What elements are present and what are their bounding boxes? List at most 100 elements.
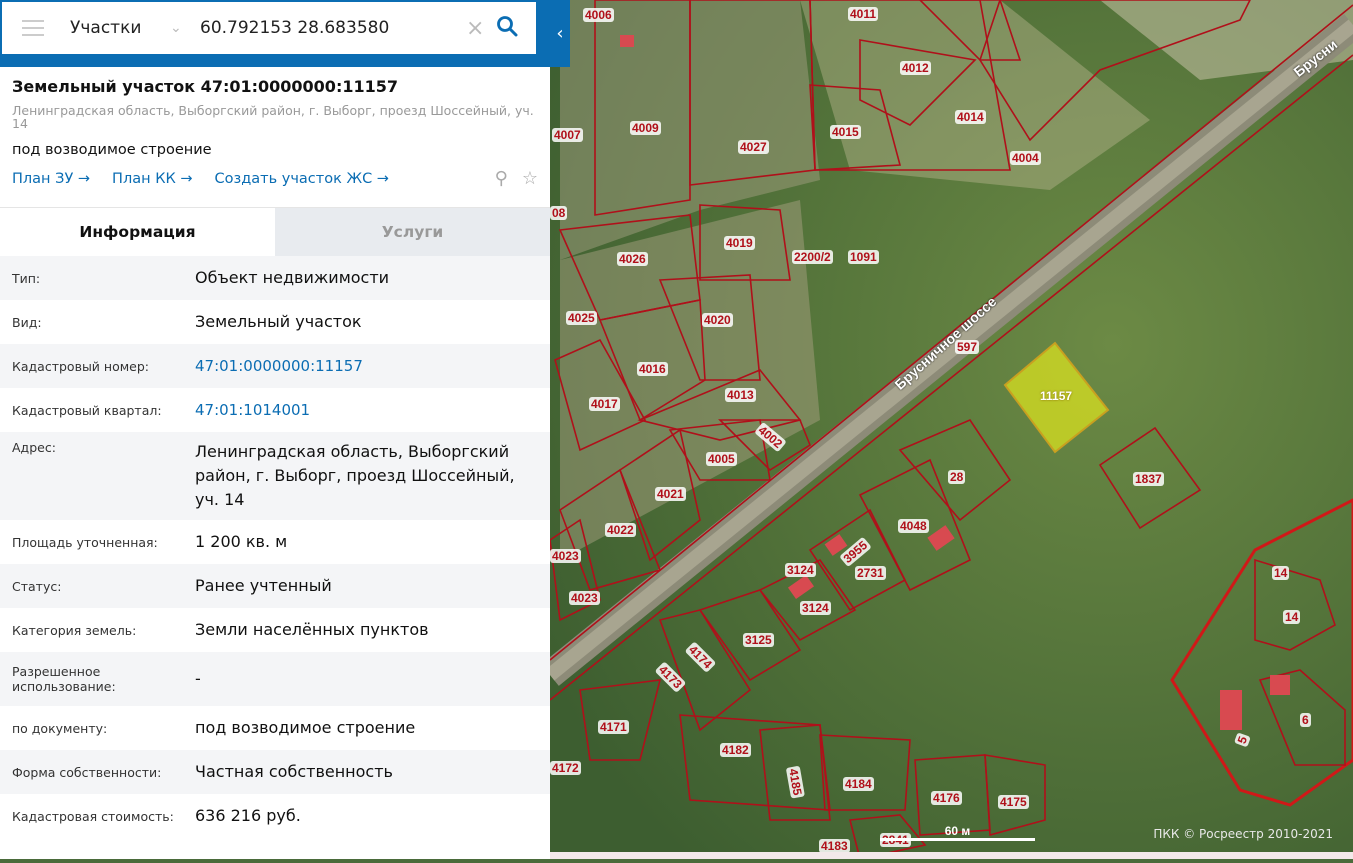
parcel-label[interactable]: 2731 [855,566,886,580]
table-row: Кадастровая стоимость: 636 216 руб. [0,794,550,838]
chevron-down-icon[interactable]: ⌄ [170,20,200,36]
category-select[interactable]: Участки [70,18,170,38]
parcel-label[interactable]: 4014 [955,110,986,124]
table-row: Разрешенное использование: - [0,652,550,706]
top-bar: Участки ⌄ 60.792153 28.683580 × [0,0,550,67]
row-label: Категория земель: [12,622,137,638]
parcel-label[interactable]: 4182 [720,743,751,757]
parcel-label[interactable]: 4022 [605,523,636,537]
row-value: Объект недвижимости [195,268,390,287]
parcel-label[interactable]: 3124 [785,563,816,577]
row-label: Статус: [12,578,62,594]
row-label: Адрес: [12,440,56,455]
parcel-label[interactable]: 4006 [583,8,614,22]
parcel-label[interactable]: 14 [1283,610,1301,624]
clear-icon[interactable]: × [466,16,496,41]
parcel-label[interactable]: 3125 [743,633,774,647]
table-row: по документу: под возводимое строение [0,706,550,750]
row-value: Земли населённых пунктов [195,620,429,639]
parcel-label[interactable]: 4023 [569,591,600,605]
parcel-label[interactable]: 4021 [655,487,686,501]
row-label: Тип: [12,270,41,286]
scale-bar: 60 м [880,824,1035,841]
table-row: Статус: Ранее учтенный [0,564,550,608]
parcel-label[interactable]: 08 [550,206,568,220]
parcel-label[interactable]: 1091 [848,250,879,264]
row-label: Кадастровый квартал: [12,402,162,418]
menu-icon[interactable] [22,20,44,36]
table-row: Форма собственности: Частная собственност… [0,750,550,794]
object-purpose: под возводимое строение [12,142,212,158]
star-icon[interactable]: ☆ [522,168,538,189]
search-bar: Участки ⌄ 60.792153 28.683580 × [2,2,536,54]
parcel-label[interactable]: 1837 [1133,472,1164,486]
parcel-label[interactable]: 4020 [702,313,733,327]
search-document-icon[interactable]: ⚲ [495,168,508,189]
parcel-label[interactable]: 4184 [843,777,874,791]
parcel-label[interactable]: 4023 [550,549,581,563]
parcel-label[interactable]: 4013 [725,388,756,402]
copyright: ПКК © Росреестр 2010-2021 [1153,827,1333,841]
parcel-label[interactable]: 14 [1272,566,1290,580]
parcel-label[interactable]: 3124 [800,601,831,615]
cadastral-number-link[interactable]: 47:01:0000000:11157 [195,354,538,378]
row-label: Площадь уточненная: [12,534,158,550]
create-parcel-link[interactable]: Создать участок ЖС → [215,171,389,187]
parcel-label[interactable]: 4009 [630,121,661,135]
table-row: Кадастровый квартал: 47:01:1014001 [0,388,550,432]
selected-parcel-label[interactable]: 11157 [1038,389,1074,403]
table-row: Кадастровый номер: 47:01:0000000:11157 [0,344,550,388]
parcel-label[interactable]: 4183 [819,839,850,853]
parcel-label[interactable]: 4048 [898,519,929,533]
parcel-label[interactable]: 4172 [550,761,581,775]
info-table: Тип: Объект недвижимости Вид: Земельный уч… [0,256,550,838]
parcel-label[interactable]: 4176 [931,791,962,805]
parcel-label[interactable]: 4175 [998,795,1029,809]
row-label: Вид: [12,314,42,330]
table-row: Категория земель: Земли населённых пункто… [0,608,550,652]
row-value: Земельный участок [195,312,362,331]
plan-zu-link[interactable]: План ЗУ → [12,171,90,187]
parcel-label[interactable]: 4011 [848,7,879,21]
row-label: Кадастровая стоимость: [12,808,174,824]
parcel-label[interactable]: 4171 [598,720,629,734]
bottom-strip [550,852,1353,859]
parcel-label[interactable]: 6 [1300,713,1311,727]
parcel-label[interactable]: 28 [948,470,966,484]
table-row: Тип: Объект недвижимости [0,256,550,300]
tab-services[interactable]: Услуги [275,208,550,256]
collapse-panel-button[interactable]: ‹ [550,0,570,67]
parcel-label[interactable]: 4026 [617,252,648,266]
plan-kk-link[interactable]: План КК → [112,171,193,187]
row-value: - [195,669,201,688]
row-value: 1 200 кв. м [195,532,288,551]
search-icon[interactable] [496,15,536,41]
table-row: Адрес: Ленинградская область, Выборгский … [0,432,550,520]
parcel-label[interactable]: 4012 [900,61,931,75]
object-header: Земельный участок 47:01:0000000:11157 Ле… [0,67,550,207]
tab-information[interactable]: Информация [0,208,275,256]
info-panel: Участки ⌄ 60.792153 28.683580 × Земельны… [0,0,550,859]
parcel-label[interactable]: 2200/2 [792,250,833,264]
row-value: 636 216 руб. [195,806,301,825]
parcel-label[interactable]: 4007 [552,128,583,142]
row-label: Разрешенное использование: [12,664,116,694]
parcel-label[interactable]: 4025 [566,311,597,325]
parcel-label[interactable]: 4015 [830,125,861,139]
parcel-label[interactable]: 4005 [706,452,737,466]
row-value: Частная собственность [195,762,393,781]
cadastral-quarter-link[interactable]: 47:01:1014001 [195,398,538,422]
parcel-label[interactable]: 4004 [1010,151,1041,165]
table-row: Вид: Земельный участок [0,300,550,344]
object-title: Земельный участок 47:01:0000000:11157 [12,77,398,96]
row-label: по документу: [12,720,108,736]
row-value: Ленинградская область, Выборгский район,… [195,442,515,509]
parcel-label[interactable]: 4019 [724,236,755,250]
parcel-label[interactable]: 597 [955,340,980,354]
parcel-label[interactable]: 4017 [589,397,620,411]
search-input[interactable]: 60.792153 28.683580 [200,18,466,38]
object-address: Ленинградская область, Выборгский район,… [12,103,534,131]
row-value: под возводимое строение [195,718,416,737]
parcel-label[interactable]: 4027 [738,140,769,154]
parcel-label[interactable]: 4016 [637,362,668,376]
